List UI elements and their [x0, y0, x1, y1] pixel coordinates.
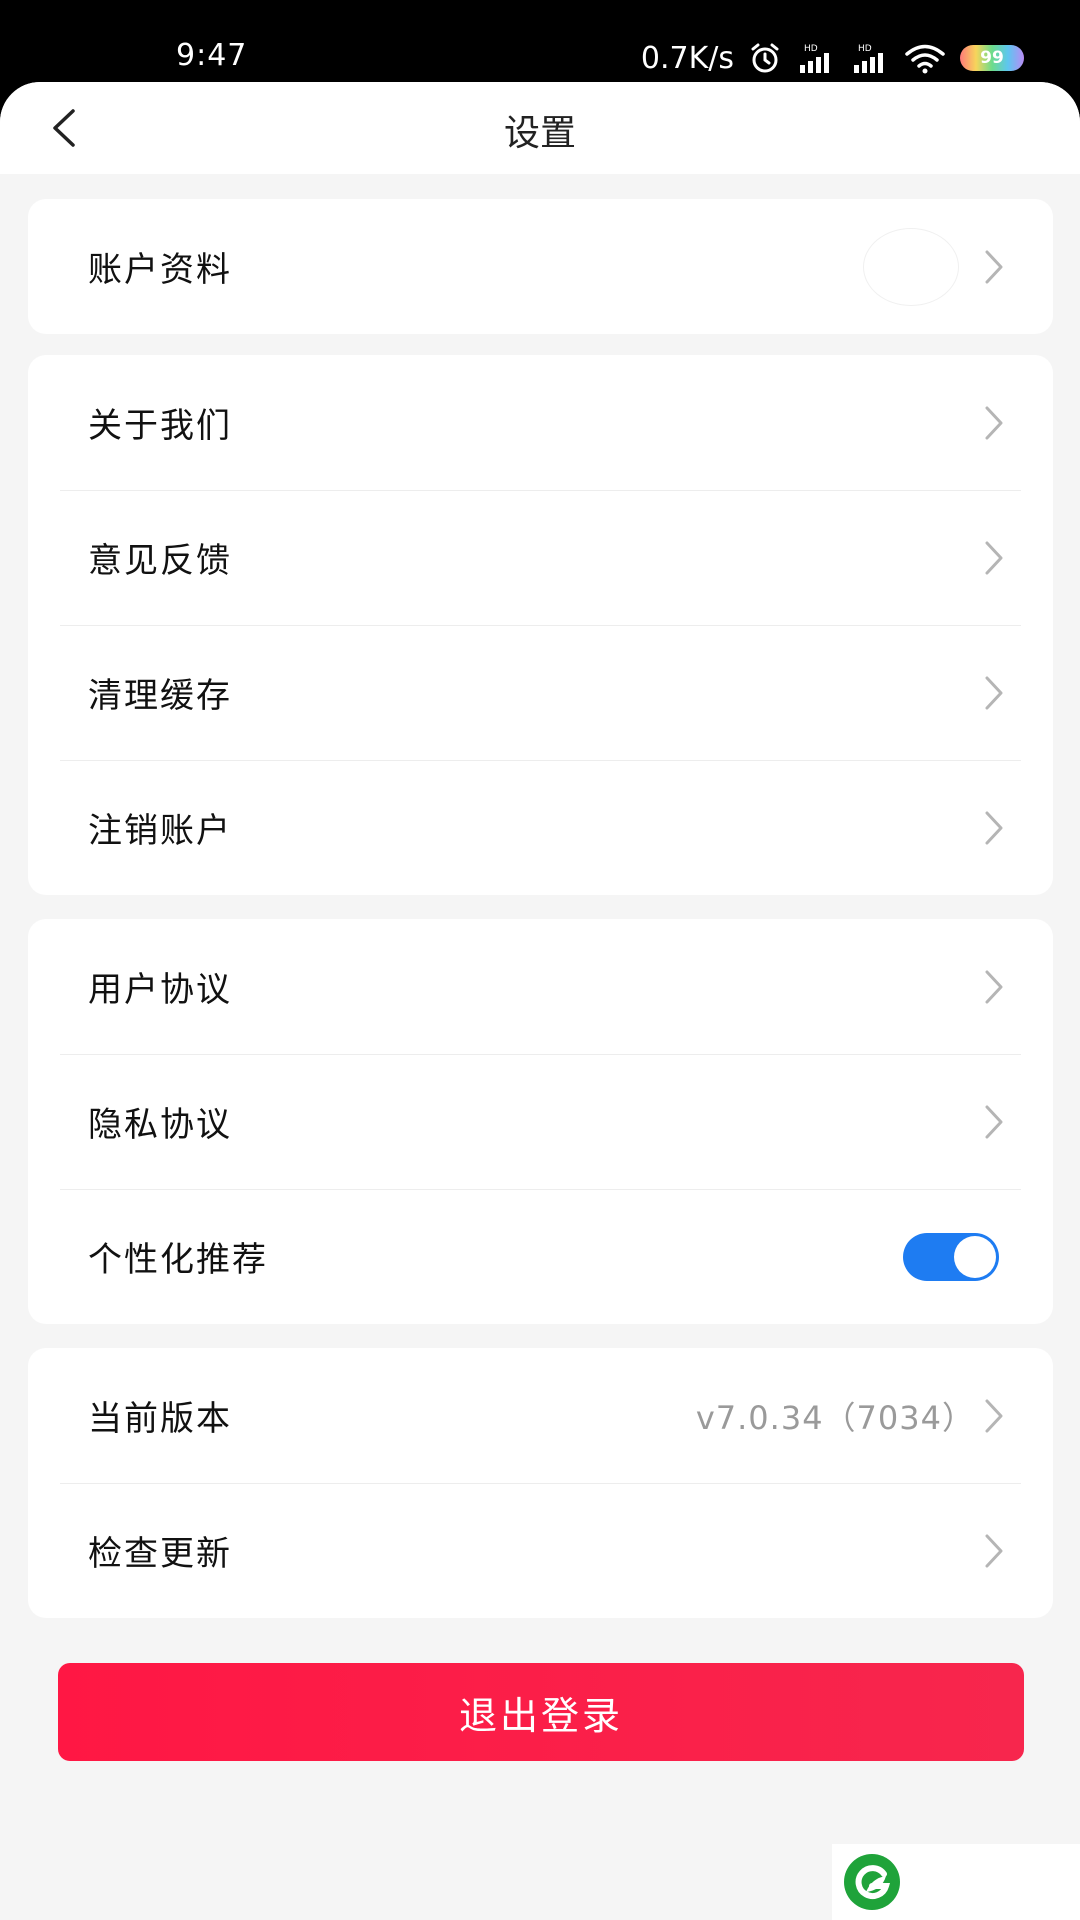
- delete-account-label: 注销账户: [88, 811, 232, 851]
- battery-indicator: 99: [960, 45, 1024, 71]
- clear-cache-row[interactable]: 清理缓存: [28, 625, 1053, 760]
- feedback-label: 意见反馈: [88, 541, 232, 581]
- feedback-row[interactable]: 意见反馈: [28, 490, 1053, 625]
- chevron-right-icon: [979, 538, 1009, 578]
- user-agreement-row[interactable]: 用户协议: [28, 919, 1053, 1054]
- account-profile-row[interactable]: 账户资料: [28, 199, 1053, 334]
- version-card: 当前版本 v7.0.34（7034） 检查更新: [28, 1348, 1053, 1618]
- alarm-icon: [751, 43, 779, 73]
- privacy-agreement-row[interactable]: 隐私协议: [28, 1054, 1053, 1189]
- general-card: 关于我们 意见反馈 清理缓存 注销账户: [28, 355, 1053, 895]
- clear-cache-label: 清理缓存: [88, 676, 232, 716]
- chevron-right-icon: [979, 808, 1009, 848]
- privacy-agreement-label: 隐私协议: [88, 1105, 232, 1145]
- about-us-row[interactable]: 关于我们: [28, 355, 1053, 490]
- policy-card: 用户协议 隐私协议 个性化推荐: [28, 919, 1053, 1324]
- toggle-knob: [954, 1235, 996, 1278]
- page-title: 设置: [503, 113, 576, 154]
- chevron-right-icon: [979, 1396, 1009, 1436]
- current-version-row[interactable]: 当前版本 v7.0.34（7034）: [28, 1348, 1053, 1483]
- status-indicators: 0.7K/s HD HD 99: [641, 38, 1024, 78]
- check-update-label: 检查更新: [88, 1534, 232, 1574]
- about-us-label: 关于我们: [88, 406, 232, 446]
- chevron-right-icon: [979, 673, 1009, 713]
- network-speed: 0.7K/s: [640, 40, 734, 76]
- wifi-icon: [905, 44, 945, 74]
- delete-account-row[interactable]: 注销账户: [28, 760, 1053, 895]
- account-profile-label: 账户资料: [88, 250, 232, 290]
- chevron-right-icon: [979, 1102, 1009, 1142]
- logout-button[interactable]: 退出登录: [58, 1663, 1024, 1761]
- current-version-value: v7.0.34（7034）: [695, 1398, 975, 1437]
- check-update-row[interactable]: 检查更新: [28, 1483, 1053, 1618]
- watermark: [832, 1844, 1080, 1920]
- nav-header: 设置: [0, 82, 1080, 174]
- personalized-recommendation-toggle[interactable]: [903, 1232, 999, 1281]
- account-card: 账户资料: [28, 199, 1053, 334]
- user-agreement-label: 用户协议: [88, 970, 232, 1010]
- settings-screen: 设置 账户资料 关于我们 意见反馈 清理缓存 注销账户 用户协议 隐私协议 个性…: [0, 82, 1080, 1920]
- current-version-label: 当前版本: [88, 1399, 232, 1439]
- signal-icon-2: HD: [854, 44, 883, 73]
- personalized-recommendation-label: 个性化推荐: [88, 1240, 268, 1280]
- chevron-right-icon: [979, 247, 1009, 287]
- hd-label-2: HD: [858, 44, 872, 54]
- chevron-right-icon: [979, 967, 1009, 1007]
- status-time: 9:47: [176, 38, 248, 73]
- signal-icon-1: HD: [800, 44, 829, 73]
- app-root: 9:47 0.7K/s HD HD 99 设置 账户资料 关于我们 意见反馈 清…: [0, 0, 1080, 1920]
- watermark-logo-icon: [844, 1854, 900, 1910]
- chevron-right-icon: [979, 1531, 1009, 1571]
- chevron-right-icon: [979, 403, 1009, 443]
- avatar: [863, 227, 959, 306]
- hd-label-1: HD: [804, 44, 818, 54]
- personalized-recommendation-row: 个性化推荐: [28, 1189, 1053, 1324]
